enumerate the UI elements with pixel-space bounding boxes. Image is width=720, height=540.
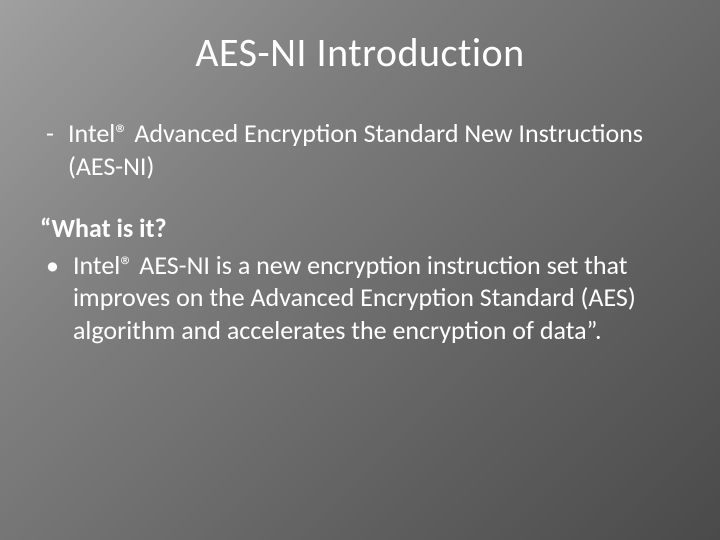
bullet-item: • Intel® AES-NI is a new encryption inst… [40, 249, 680, 347]
slide: AES-NI Introduction - Intel® Advanced En… [0, 0, 720, 540]
slide-title: AES-NI Introduction [40, 28, 680, 77]
slide-body: - Intel® Advanced Encryption Standard Ne… [40, 117, 680, 346]
intro-item: - Intel® Advanced Encryption Standard Ne… [40, 117, 680, 182]
dash-marker: - [40, 117, 68, 182]
bullet-text: Intel® AES-NI is a new encryption instru… [73, 249, 680, 347]
subhead: “What is it? [40, 212, 680, 245]
bullet-marker: • [40, 249, 73, 347]
intro-text: Intel® Advanced Encryption Standard New … [68, 117, 680, 182]
